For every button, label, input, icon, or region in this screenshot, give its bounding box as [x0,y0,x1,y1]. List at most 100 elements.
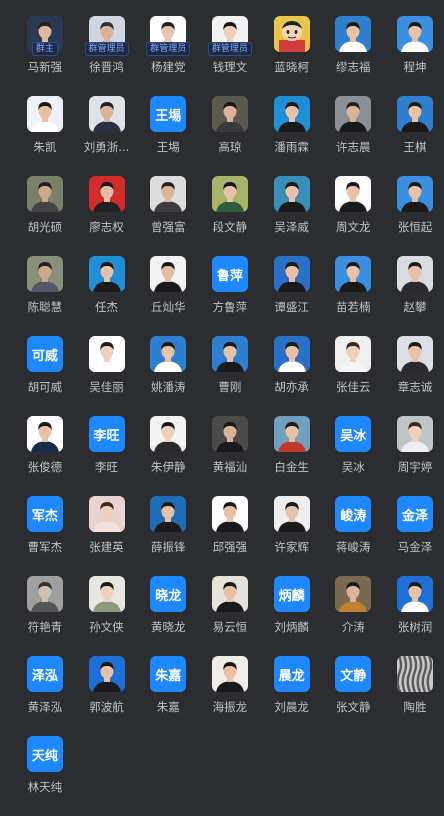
member-item[interactable]: 吴泽威 [261,176,323,256]
avatar[interactable] [211,416,248,452]
member-item[interactable]: 峻涛 蒋峻涛 [322,496,384,576]
member-item[interactable]: 张恒起 [384,176,444,256]
avatar[interactable] [273,96,310,132]
member-item[interactable]: 群主 马新强 [14,16,76,96]
member-item[interactable]: 可威 胡可威 [14,336,76,416]
avatar[interactable] [211,336,248,372]
avatar[interactable] [335,16,372,52]
member-item[interactable]: 蓝晓柯 [261,16,323,96]
avatar[interactable] [396,176,433,212]
member-item[interactable]: 金泽 马金泽 [384,496,444,576]
member-item[interactable]: 周宇婷 [384,416,444,496]
avatar[interactable]: 文静 [335,656,372,692]
member-item[interactable]: 吴佳丽 [76,336,138,416]
avatar[interactable]: 群管理员 [207,16,252,56]
avatar[interactable]: 朱嘉 [150,656,187,692]
member-item[interactable]: 群管理员 杨建党 [137,16,199,96]
member-item[interactable]: 曾强富 [137,176,199,256]
avatar[interactable] [88,176,125,212]
member-item[interactable]: 赵攀 [384,256,444,336]
member-item[interactable]: 朱凯 [14,96,76,176]
member-item[interactable]: 姚潘涛 [137,336,199,416]
avatar[interactable] [273,16,310,52]
avatar[interactable] [273,336,310,372]
avatar[interactable] [396,16,433,52]
member-item[interactable]: 黄福汕 [199,416,261,496]
member-item[interactable]: 胡亦承 [261,336,323,416]
member-item[interactable]: 朱伊静 [137,416,199,496]
avatar[interactable]: 吴冰 [335,416,372,452]
avatar[interactable] [335,336,372,372]
member-item[interactable]: 刘勇浙... [76,96,138,176]
avatar[interactable]: 群管理员 [146,16,191,56]
member-item[interactable]: 廖志权 [76,176,138,256]
member-item[interactable]: 张建英 [76,496,138,576]
member-item[interactable]: 晓龙 黄晓龙 [137,576,199,656]
avatar[interactable]: 峻涛 [335,496,372,532]
member-item[interactable]: 许家辉 [261,496,323,576]
avatar[interactable] [88,656,125,692]
member-item[interactable]: 军杰 曹军杰 [14,496,76,576]
member-item[interactable]: 任杰 [76,256,138,336]
member-item[interactable]: 高琼 [199,96,261,176]
avatar[interactable] [396,336,433,372]
member-item[interactable]: 邱强强 [199,496,261,576]
member-item[interactable]: 曹刚 [199,336,261,416]
avatar[interactable] [211,496,248,532]
member-item[interactable]: 许志晨 [322,96,384,176]
avatar[interactable]: 可威 [26,336,63,372]
avatar[interactable] [396,256,433,292]
avatar[interactable] [335,96,372,132]
member-item[interactable]: 张佳云 [322,336,384,416]
member-item[interactable]: 缪志福 [322,16,384,96]
avatar[interactable] [26,256,63,292]
member-item[interactable]: 白金生 [261,416,323,496]
member-item[interactable]: 孙文侠 [76,576,138,656]
avatar[interactable]: 王埸 [150,96,187,132]
avatar[interactable]: 军杰 [26,496,63,532]
avatar[interactable] [26,96,63,132]
member-item[interactable]: 程坤 [384,16,444,96]
avatar[interactable]: 晓龙 [150,576,187,612]
member-item[interactable]: 鲁萍 方鲁萍 [199,256,261,336]
member-item[interactable]: 炳麟 刘炳麟 [261,576,323,656]
avatar[interactable] [211,576,248,612]
avatar[interactable] [88,576,125,612]
avatar[interactable] [335,576,372,612]
member-item[interactable]: 泽泓 黄泽泓 [14,656,76,736]
avatar[interactable] [26,576,63,612]
avatar[interactable]: 晨龙 [273,656,310,692]
member-item[interactable]: 段文静 [199,176,261,256]
member-item[interactable]: 王棋 [384,96,444,176]
member-item[interactable]: 陈聪慧 [14,256,76,336]
member-item[interactable]: 吴冰 吴冰 [322,416,384,496]
avatar[interactable] [273,416,310,452]
avatar[interactable] [150,496,187,532]
avatar[interactable] [273,256,310,292]
avatar[interactable] [150,416,187,452]
avatar[interactable] [88,336,125,372]
avatar[interactable]: 金泽 [396,496,433,532]
avatar[interactable] [396,416,433,452]
avatar[interactable] [150,256,187,292]
member-item[interactable]: 陶胜 [384,656,444,736]
member-item[interactable]: 张俊德 [14,416,76,496]
member-item[interactable]: 谭盛江 [261,256,323,336]
member-item[interactable]: 章志诚 [384,336,444,416]
avatar[interactable]: 天纯 [26,736,63,772]
avatar[interactable]: 群管理员 [84,16,129,56]
avatar[interactable] [150,176,187,212]
member-item[interactable]: 海振龙 [199,656,261,736]
avatar[interactable] [396,96,433,132]
avatar[interactable] [211,96,248,132]
avatar[interactable] [396,656,433,692]
avatar[interactable]: 李旺 [88,416,125,452]
avatar[interactable] [88,96,125,132]
member-item[interactable]: 群管理员 钱理文 [199,16,261,96]
member-item[interactable]: 薛振锋 [137,496,199,576]
member-item[interactable]: 张树润 [384,576,444,656]
avatar[interactable] [335,176,372,212]
member-item[interactable]: 潘雨霖 [261,96,323,176]
member-item[interactable]: 朱嘉 朱嘉 [137,656,199,736]
member-item[interactable]: 晨龙 刘晨龙 [261,656,323,736]
